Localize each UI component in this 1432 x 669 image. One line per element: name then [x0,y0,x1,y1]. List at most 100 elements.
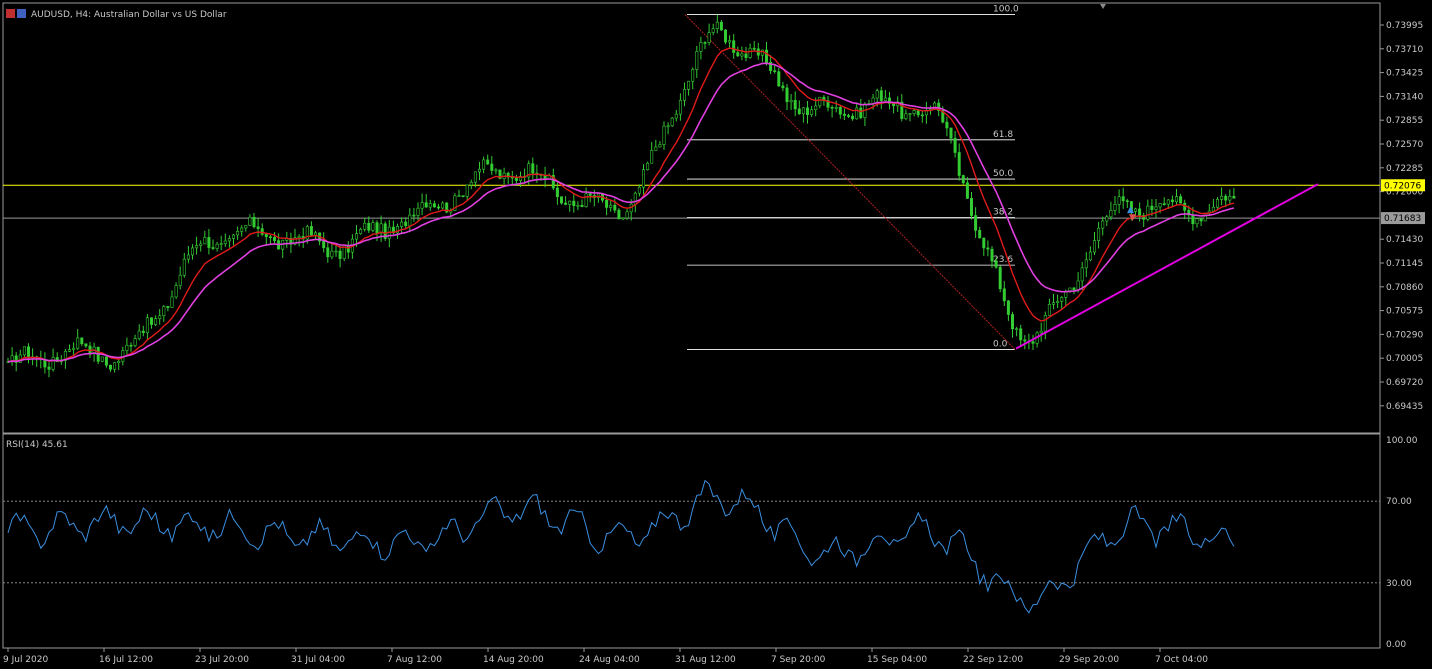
candle-body [158,315,162,319]
candle-body [1097,227,1101,241]
candle-body [1154,206,1158,210]
candle-body [908,113,912,115]
candle-body [732,40,736,53]
candle-body [904,113,908,119]
candle-body [211,247,215,249]
candle-body [920,114,924,117]
candle-body [830,107,834,109]
candle-body [654,146,658,151]
time-tick-label: 7 Aug 12:00 [387,655,442,665]
candle-body [719,21,723,31]
sell-arrow-icon[interactable]: ▼ [1129,213,1136,223]
candle-body [818,96,822,107]
candle-body [1052,302,1056,305]
candle-body [797,108,801,115]
candle-body [748,47,752,58]
candle-body [436,206,440,209]
candle-body [723,29,727,43]
candle-body [740,53,744,57]
candle-body [363,222,367,230]
candle-body [1146,205,1150,220]
candle-body [186,254,190,260]
candle-body [990,248,994,262]
candle-body [1216,199,1220,208]
price-tick-label: 0.72570 [1386,140,1423,150]
price-tick-label: 0.73425 [1386,69,1423,79]
candle-body [859,107,863,118]
candle-body [416,207,420,216]
candle-body [199,243,203,246]
candle-body [851,115,855,120]
trading-chart[interactable]: AUDUSD, H4: Australian Dollar vs US Doll… [0,0,1432,669]
candle-body [424,202,428,208]
candle-body [994,260,998,268]
candle-body [531,163,535,174]
price-tick-label: 0.73995 [1386,21,1423,31]
candle-body [248,216,252,226]
candle-body [1080,267,1084,282]
candle-body [916,110,920,116]
time-tick-label: 9 Jul 2020 [3,655,48,665]
candle-body [687,80,691,90]
candle-body [469,181,473,186]
candle-body [420,202,424,209]
candle-body [752,47,756,50]
candle-body [432,203,436,208]
candle-body [203,237,207,245]
candle-body [764,49,768,63]
candle-body [945,121,949,129]
candle-body [412,214,416,217]
candle-body [1060,297,1064,302]
candle-body [580,204,584,207]
candle-body [969,198,973,216]
candle-body [76,337,80,349]
candle-body [1121,196,1125,202]
candle-body [68,349,72,352]
time-tick-label: 15 Sep 04:00 [867,655,927,665]
candle-body [375,222,379,234]
price-tick-label: 0.70860 [1386,283,1423,293]
candle-body [367,222,371,231]
candle-body [109,364,113,370]
candle-body [662,125,666,145]
candle-body [682,89,686,101]
candle-body [1211,206,1215,212]
candle-body [1150,205,1154,210]
candle-body [777,71,781,87]
candle-body [330,250,334,258]
candle-body [428,203,432,208]
candle-body [309,226,313,236]
candle-body [666,125,670,128]
candle-body [154,318,158,325]
candle-body [1220,195,1224,200]
candle-body [178,274,182,286]
candle-body [773,70,777,72]
candle-body [715,21,719,29]
candle-body [605,199,609,208]
price-tick-label: 0.70290 [1386,330,1423,340]
candle-body [482,159,486,170]
candle-body [1043,315,1047,332]
price-tick-label: 0.71145 [1386,259,1423,269]
candle-body [260,228,264,235]
candle-body [1203,212,1207,222]
time-tick-label: 23 Jul 20:00 [195,655,249,665]
candle-body [846,115,850,117]
candle-body [568,200,572,205]
price-tick-label: 0.73140 [1386,92,1423,102]
time-tick-label: 29 Sep 20:00 [1059,655,1119,665]
candle-body [473,171,477,183]
candle-body [912,110,916,114]
candle-body [678,100,682,115]
price-tick-label: 0.69720 [1386,378,1423,388]
candle-body [978,230,982,239]
candle-body [986,247,990,250]
symbol-title: AUDUSD, H4: Australian Dollar vs US Doll… [31,10,227,20]
candle-body [965,182,969,199]
candle-body [641,169,645,188]
chart-window-icon [17,9,26,18]
candle-body [875,90,879,99]
candle-body [322,240,326,249]
candle-body [141,330,145,334]
fib-level-label: 50.0 [993,169,1013,179]
